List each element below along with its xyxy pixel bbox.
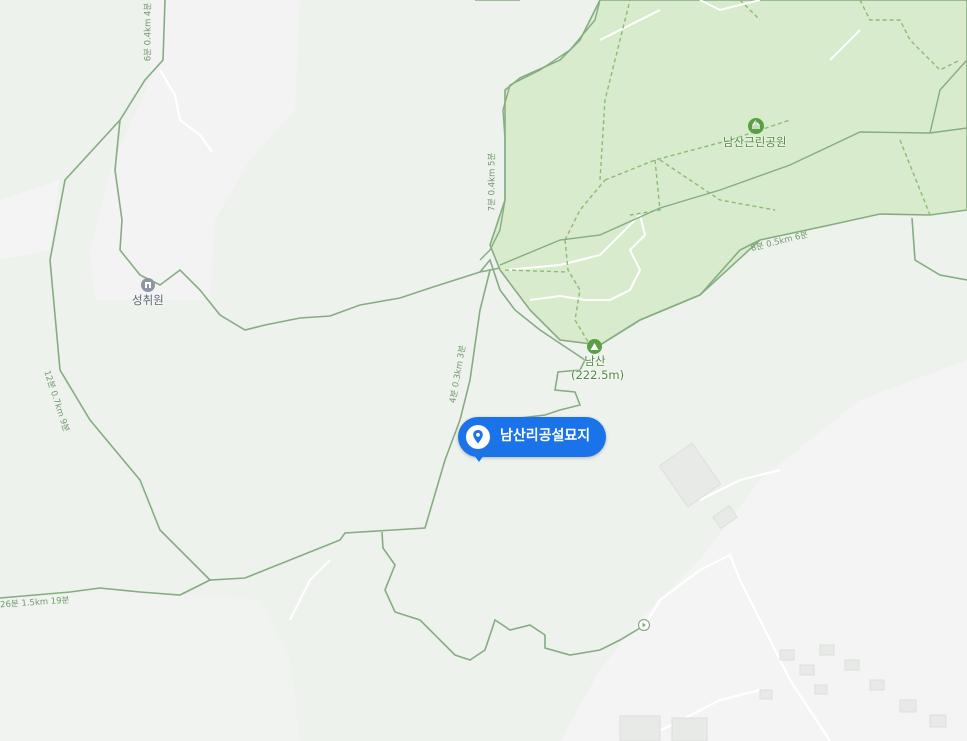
tree-icon[interactable] [748,118,764,134]
peak-name: 남산 [584,354,606,368]
mountain-icon[interactable] [587,339,602,354]
peak-elevation: (222.5m) [571,368,625,382]
location-pin-icon [466,425,490,449]
poi-label[interactable]: 성취원 [132,292,164,308]
play-icon[interactable] [638,619,650,631]
urban-area-left [0,180,60,260]
building-icon[interactable] [141,278,155,292]
selected-place-name: 남산리공설묘지 [500,428,591,444]
trail-label-park-west: 7분 0.4km 5분 [487,152,498,212]
trail-label-top: 6분 0.4km 4분 [143,2,154,62]
marker-tail [474,455,484,462]
map-base-layer [0,0,967,741]
urban-area-top [90,0,300,300]
urban-area-bottom-left [0,590,300,741]
selected-place-marker[interactable]: 남산리공설묘지 [458,417,606,457]
park-label[interactable]: 남산근린공원 [723,134,786,150]
urban-area-bottom-right [560,360,967,741]
park-area [489,0,967,346]
peak-label[interactable]: 남산 (222.5m) [571,354,625,382]
map-canvas[interactable]: 6분 0.4km 4분 7분 0.4km 5분 12분 0.7km 9분 4분 … [0,0,967,741]
